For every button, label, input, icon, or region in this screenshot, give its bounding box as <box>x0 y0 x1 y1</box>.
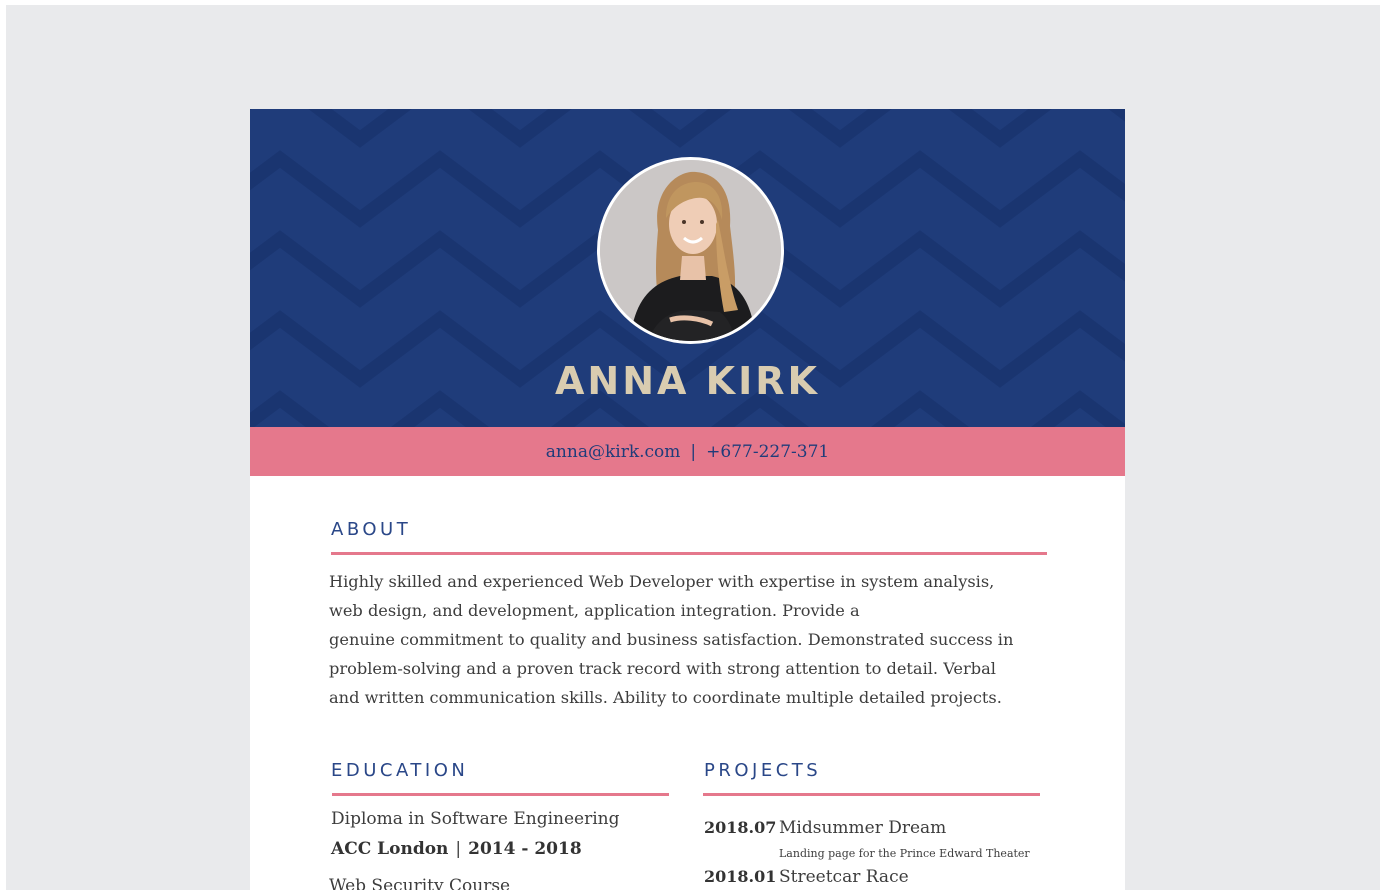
about-divider <box>331 552 1047 555</box>
resume-header: ANNA KIRK <box>250 109 1125 427</box>
education-divider <box>332 793 669 796</box>
education-years: 2014 - 2018 <box>468 839 582 859</box>
about-line: web design, and development, application… <box>329 601 860 620</box>
person-icon <box>600 160 781 341</box>
about-heading: ABOUT <box>331 519 412 540</box>
project-item: 2018.07 Midsummer Dream <box>704 818 946 838</box>
projects-divider <box>703 793 1040 796</box>
about-line: Highly skilled and experienced Web Devel… <box>329 572 995 591</box>
project-date: 2018.07 <box>704 818 777 837</box>
contact-separator: | <box>690 441 697 462</box>
project-date: 2018.01 <box>704 867 777 886</box>
profile-photo <box>597 157 784 344</box>
full-name: ANNA KIRK <box>555 359 820 403</box>
about-paragraph: Highly skilled and experienced Web Devel… <box>329 567 1049 712</box>
phone-text[interactable]: +677-227-371 <box>706 442 829 462</box>
email-text[interactable]: anna@kirk.com <box>546 442 681 462</box>
education-degree: Diploma in Software Engineering <box>331 809 620 829</box>
education-school: ACC London <box>331 839 449 859</box>
about-line: and written communication skills. Abilit… <box>329 688 1002 707</box>
education-heading: EDUCATION <box>331 760 469 781</box>
education-school-line: ACC London | 2014 - 2018 <box>331 839 582 859</box>
resume-document: ANNA KIRK anna@kirk.com | +677-227-371 A… <box>250 109 1125 890</box>
project-name: Streetcar Race <box>779 867 909 887</box>
about-line: genuine commitment to quality and busine… <box>329 630 1014 649</box>
project-description: Landing page for the Prince Edward Theat… <box>779 847 1030 860</box>
education-degree: Web Security Course <box>329 876 511 890</box>
education-separator: | <box>455 839 462 859</box>
project-item: 2018.01 Streetcar Race <box>704 867 909 887</box>
about-line: problem-solving and a proven track recor… <box>329 659 996 678</box>
project-name: Midsummer Dream <box>779 818 947 838</box>
projects-heading: PROJECTS <box>704 760 822 781</box>
contact-bar: anna@kirk.com | +677-227-371 <box>250 427 1125 476</box>
